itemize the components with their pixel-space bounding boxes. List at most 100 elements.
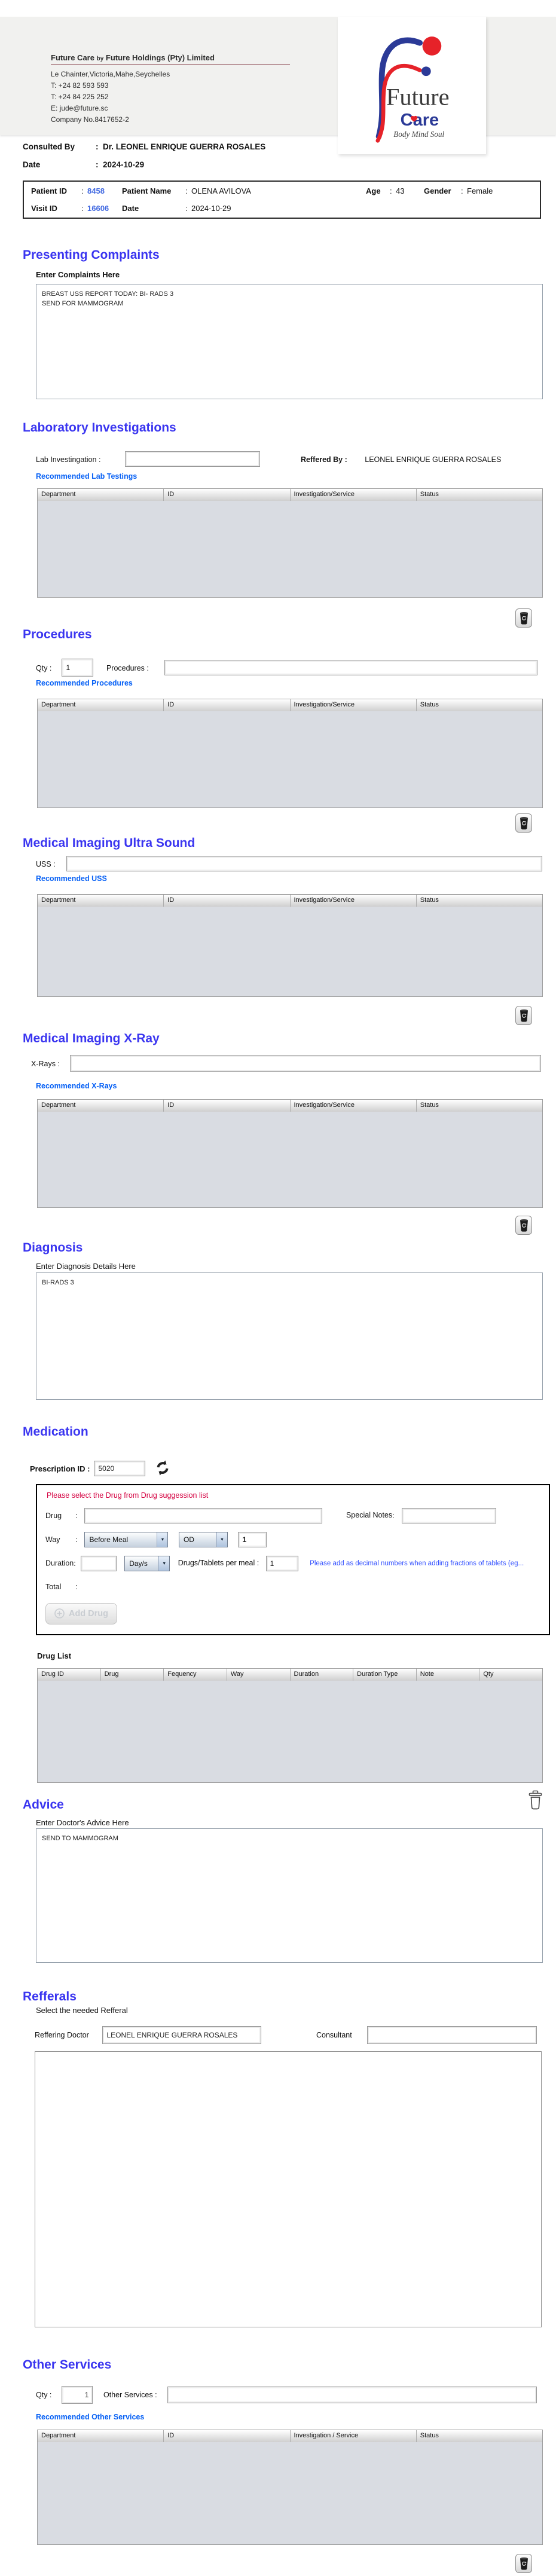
consultant-input[interactable]	[367, 2026, 537, 2044]
complaints-textarea[interactable]: BREAST USS REPORT TODAY: BI- RADS 3 SEND…	[36, 284, 543, 399]
other-services-input-row: Qty : Other Services :	[36, 2385, 556, 2404]
way-row: Way: Before Meal ▼ OD ▼	[45, 1532, 549, 1547]
refresh-prescription-button[interactable]	[154, 1459, 172, 1479]
drug-suggestion-warning: Please select the Drug from Drug suggess…	[47, 1491, 209, 1500]
column-header: Qty	[483, 1670, 494, 1678]
visit-id-value: 16606	[87, 204, 109, 213]
section-title-presenting-complaints: Presenting Complaints	[23, 248, 160, 262]
column-header: Duration	[291, 1668, 354, 1681]
drug-input[interactable]	[84, 1508, 323, 1523]
duration-unit-select[interactable]: Day/s ▼	[124, 1556, 170, 1571]
fraction-hint: Please add as decimal numbers when addin…	[310, 1560, 524, 1568]
gender-label: Gender	[424, 186, 451, 195]
column-header: Status	[420, 1102, 439, 1109]
xray-table: Department ID Investigation/Service Stat…	[37, 1099, 543, 1208]
patient-row-1: Patient ID:8458 Patient Name: OLENA AVILOV…	[31, 186, 493, 195]
recommended-procedures-link[interactable]: Recommended Procedures	[36, 679, 556, 688]
patient-name-value: OLENA AVILOVA	[191, 186, 251, 195]
section-title-procedures: Procedures	[23, 628, 92, 641]
other-services-table-body[interactable]	[38, 2442, 542, 2544]
diagnosis-textarea[interactable]: BI-RADS 3	[36, 1272, 543, 1400]
refferal-list-box[interactable]	[35, 2051, 542, 2327]
duration-input[interactable]	[80, 1556, 117, 1571]
recommended-uss-link[interactable]: Recommended USS	[36, 874, 556, 883]
clear-lab-list-button[interactable]	[515, 608, 532, 628]
special-notes-input[interactable]	[401, 1508, 496, 1523]
company-title: Future Care by Future Holdings (Pty) Lim…	[51, 53, 290, 65]
meal-select[interactable]: Before Meal ▼	[84, 1532, 169, 1547]
prescription-row: Prescription ID :	[30, 1459, 556, 1478]
trash-icon	[520, 611, 528, 625]
company-number: Company No.8417652-2	[51, 115, 129, 124]
diagnosis-label: Enter Diagnosis Details Here	[36, 1262, 136, 1271]
column-header: Investigation/Service	[291, 1100, 417, 1112]
procedures-input-label: Procedures :	[106, 663, 149, 672]
consultant-label: Consultant	[316, 2031, 352, 2040]
svg-text:Care: Care	[401, 111, 439, 130]
procedures-qty-label: Qty :	[36, 663, 52, 672]
drug-list-table-body[interactable]	[38, 1681, 542, 1782]
prescription-id-input[interactable]	[94, 1460, 146, 1476]
refferals-subtitle: Select the needed Refferal	[36, 2005, 128, 2015]
drug-entry-box: Please select the Drug from Drug suggess…	[36, 1484, 550, 1635]
clear-procedures-list-button[interactable]	[515, 813, 532, 833]
drug-list-table-header: Drug ID Drug Fequency Way Duration Durat…	[38, 1668, 542, 1681]
drug-row: Drug: Special Notes:	[45, 1508, 549, 1523]
clear-drug-list-button[interactable]	[526, 1789, 544, 1811]
lab-table-body[interactable]	[38, 501, 542, 597]
column-header: ID	[164, 895, 291, 907]
uss-input[interactable]	[66, 856, 543, 871]
add-drug-button[interactable]: Add Drug	[45, 1602, 117, 1624]
other-services-table-header: Department ID Investigation / Service St…	[38, 2430, 542, 2442]
plus-circle-icon	[54, 1608, 65, 1619]
company-logo: Future Care Body Mind Soul	[338, 17, 486, 154]
column-header: Department	[38, 1100, 164, 1112]
recommended-xray-link[interactable]: Recommended X-Rays	[36, 1082, 556, 1091]
reffered-by-label: Reffered By :	[300, 455, 347, 464]
company-by: by	[96, 56, 104, 62]
clear-xray-list-button[interactable]	[515, 1216, 532, 1235]
column-header: Fequency	[164, 1668, 227, 1681]
lab-investigation-input[interactable]	[125, 451, 261, 467]
header-band: Future Care by Future Holdings (Pty) Lim…	[0, 17, 556, 154]
frequency-qty-input[interactable]	[238, 1532, 267, 1547]
advice-header-row: Advice	[0, 1783, 556, 1812]
svg-text:Future: Future	[386, 84, 450, 111]
xray-input[interactable]	[70, 1055, 542, 1072]
column-header: Status	[420, 2431, 439, 2439]
procedures-table-body[interactable]	[38, 711, 542, 807]
trash-icon	[520, 1219, 528, 1232]
frequency-select[interactable]: OD ▼	[178, 1532, 228, 1547]
visit-date-value: 2024-10-29	[191, 204, 231, 213]
recommended-lab-testings-link[interactable]: Recommended Lab Testings	[36, 472, 556, 481]
uss-table-body[interactable]	[38, 907, 542, 996]
section-title-diagnosis: Diagnosis	[23, 1241, 83, 1255]
column-header: Investigation / Service	[291, 2430, 417, 2442]
procedures-input[interactable]	[164, 660, 538, 675]
clear-other-services-list-button[interactable]	[515, 2553, 532, 2573]
reffering-doctor-input[interactable]	[102, 2026, 262, 2044]
procedures-qty-input[interactable]	[62, 659, 94, 677]
other-services-input[interactable]	[167, 2386, 537, 2403]
section-title-xray: Medical Imaging X-Ray	[23, 1032, 160, 1045]
other-qty-input[interactable]	[62, 2385, 93, 2404]
column-header: Drug	[101, 1668, 164, 1681]
reffering-doctor-label: Reffering Doctor	[35, 2031, 89, 2040]
column-header: Investigation/Service	[291, 895, 417, 907]
column-header: Drug ID	[38, 1668, 101, 1681]
chevron-down-icon: ▼	[158, 1556, 170, 1571]
other-qty-label: Qty :	[36, 2391, 52, 2400]
xray-table-body[interactable]	[38, 1112, 542, 1207]
recommended-other-services-link[interactable]: Recommended Other Services	[36, 2413, 556, 2422]
xray-input-label: X-Rays :	[31, 1059, 60, 1068]
consulted-by-label: Consulted By	[23, 142, 75, 151]
advice-textarea[interactable]: SEND TO MAMMOGRAM	[36, 1828, 543, 1963]
chevron-down-icon: ▼	[216, 1532, 227, 1547]
drug-list-table: Drug ID Drug Fequency Way Duration Durat…	[37, 1668, 543, 1783]
section-title-uss: Medical Imaging Ultra Sound	[23, 836, 195, 850]
lab-table-header: Department ID Investigation/Service Stat…	[38, 489, 542, 501]
column-header: Way	[227, 1668, 291, 1681]
company-name: Future Care	[51, 53, 94, 62]
per-meal-input[interactable]	[265, 1556, 298, 1571]
clear-uss-list-button[interactable]	[515, 1006, 532, 1025]
